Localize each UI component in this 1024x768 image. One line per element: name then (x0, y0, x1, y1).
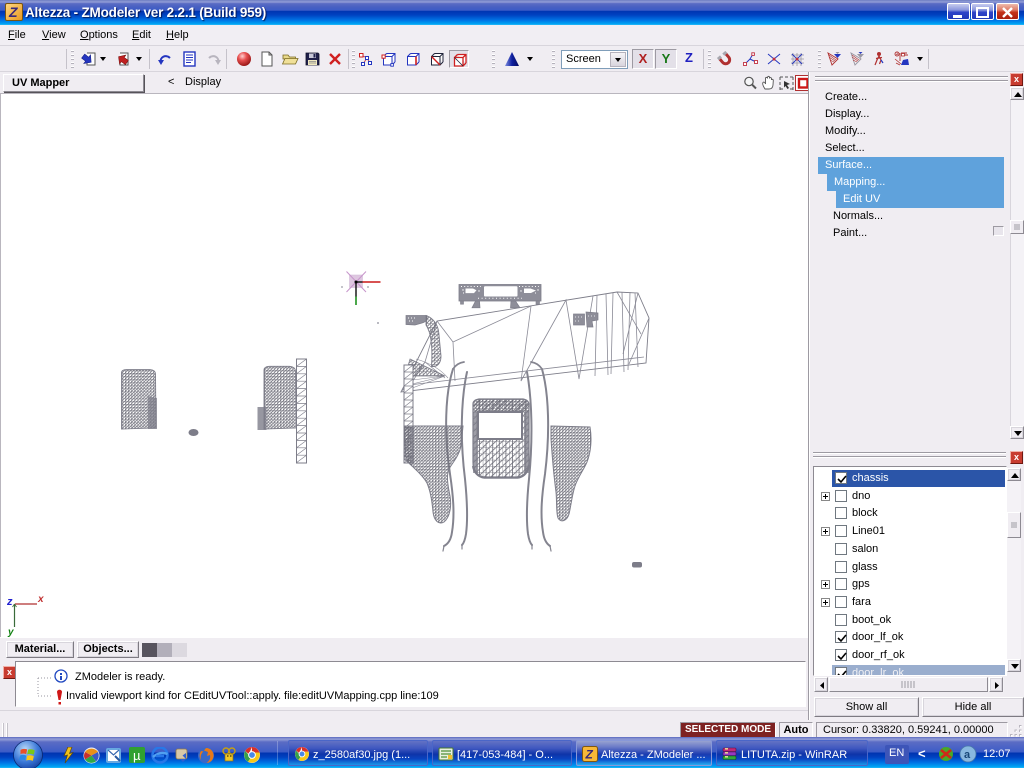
svg-text:x: x (37, 594, 44, 605)
svg-text:a: a (964, 749, 971, 761)
svg-text:ZModeler is ready.: ZModeler is ready. (75, 671, 165, 683)
svg-text:µ: µ (133, 748, 141, 763)
svg-text:Z: Z (585, 748, 594, 762)
svg-text:Invalid viewport kind for CEdi: Invalid viewport kind for CEditUVTool::a… (66, 690, 439, 702)
svg-text:z: z (6, 596, 13, 608)
